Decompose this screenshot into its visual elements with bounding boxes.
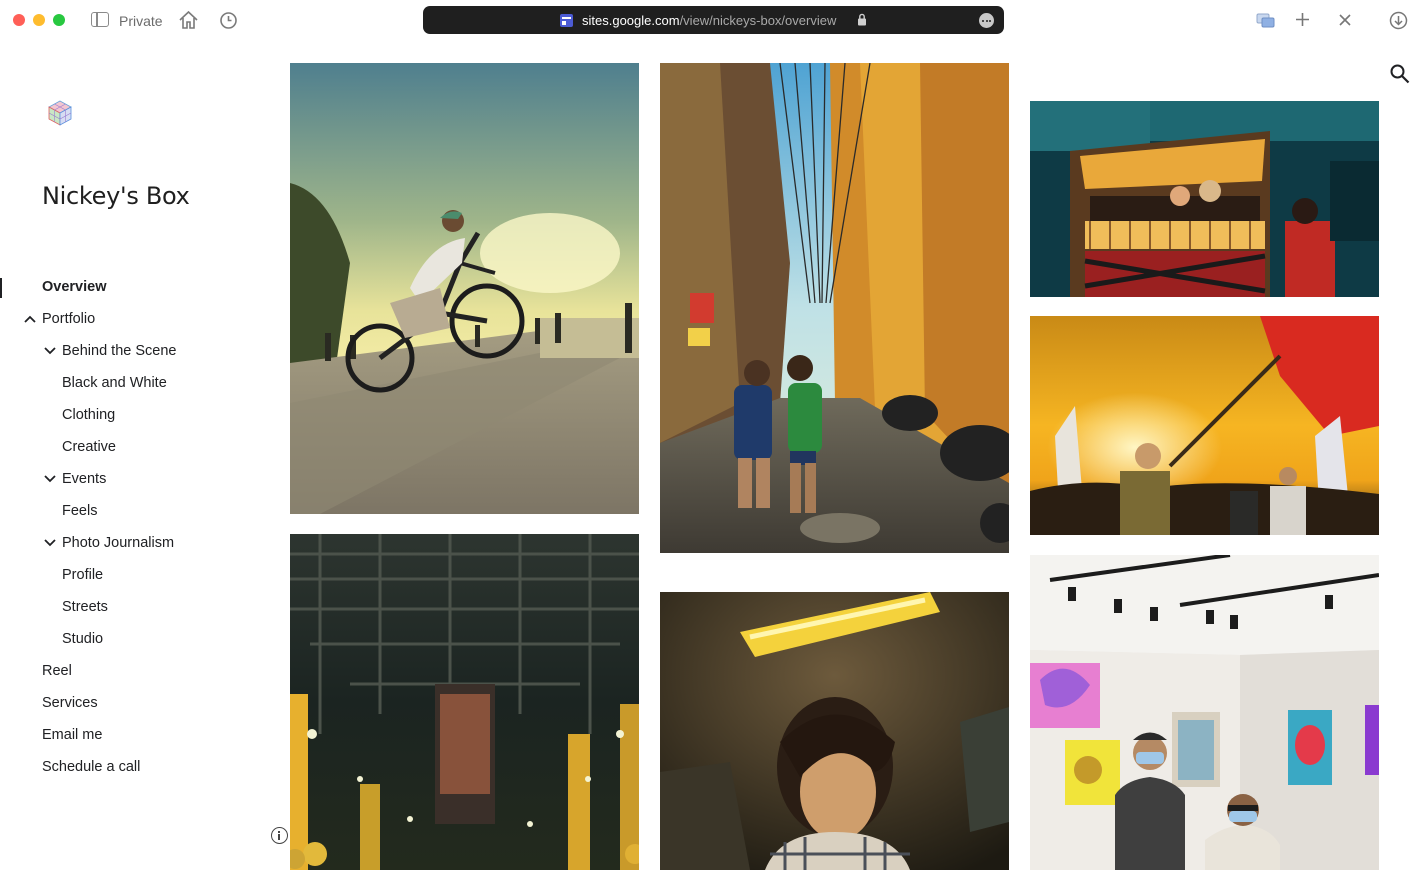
private-mode-label: Private bbox=[119, 13, 163, 29]
sidebar-toggle-icon[interactable] bbox=[91, 12, 109, 27]
nav-item-overview[interactable]: Overview bbox=[42, 271, 107, 303]
nav-item-studio[interactable]: Studio bbox=[62, 623, 103, 655]
downloads-icon[interactable] bbox=[1389, 11, 1408, 35]
nav-item-reel[interactable]: Reel bbox=[42, 655, 72, 687]
browser-toolbar: Private sites.google.com/view/nickeys-bo… bbox=[0, 0, 1425, 42]
nav-item-streets[interactable]: Streets bbox=[62, 591, 108, 623]
nav-item-creative[interactable]: Creative bbox=[62, 431, 116, 463]
window-zoom-button[interactable] bbox=[53, 14, 65, 26]
nav-item-profile[interactable]: Profile bbox=[62, 559, 103, 591]
history-icon[interactable] bbox=[219, 10, 238, 35]
nav-item-feels[interactable]: Feels bbox=[62, 495, 97, 527]
close-tab-icon[interactable] bbox=[1338, 13, 1352, 32]
chevron-down-icon[interactable] bbox=[43, 474, 57, 484]
nav-item-services[interactable]: Services bbox=[42, 687, 98, 719]
window-minimize-button[interactable] bbox=[33, 14, 45, 26]
gallery-photo-protest-flag[interactable] bbox=[1030, 316, 1379, 535]
site-title[interactable]: Nickey's Box bbox=[42, 182, 190, 210]
new-tab-icon[interactable] bbox=[1294, 11, 1311, 33]
chevron-up-icon[interactable] bbox=[23, 314, 37, 324]
home-icon[interactable] bbox=[178, 10, 199, 35]
url-path: /view/nickeys-box/overview bbox=[679, 13, 837, 28]
gallery-photo-kids-in-alley[interactable] bbox=[660, 63, 1009, 553]
address-bar[interactable]: sites.google.com/view/nickeys-box/overvi… bbox=[423, 6, 1004, 34]
url-text[interactable]: sites.google.com/view/nickeys-box/overvi… bbox=[582, 13, 836, 28]
page-menu-icon[interactable] bbox=[979, 13, 994, 28]
nav-item-clothing[interactable]: Clothing bbox=[62, 399, 115, 431]
nav-item-schedule-a-call[interactable]: Schedule a call bbox=[42, 751, 140, 783]
nav-item-behind-the-scene[interactable]: Behind the Scene bbox=[62, 335, 176, 367]
nav-item-photo-journalism[interactable]: Photo Journalism bbox=[62, 527, 174, 559]
search-icon[interactable] bbox=[1389, 63, 1411, 90]
gallery-photo-jeepney[interactable] bbox=[1030, 101, 1379, 297]
google-sites-favicon-icon bbox=[560, 14, 573, 27]
nav-item-email-me[interactable]: Email me bbox=[42, 719, 102, 751]
info-icon[interactable] bbox=[271, 827, 288, 844]
nav-item-black-and-white[interactable]: Black and White bbox=[62, 367, 167, 399]
window-close-button[interactable] bbox=[13, 14, 25, 26]
gallery-photo-art-gallery[interactable] bbox=[1030, 555, 1379, 870]
nav-item-events[interactable]: Events bbox=[62, 463, 106, 495]
lock-icon bbox=[857, 13, 867, 31]
gallery-photo-portrait[interactable] bbox=[660, 592, 1009, 870]
chevron-down-icon[interactable] bbox=[43, 538, 57, 548]
nav-item-portfolio[interactable]: Portfolio bbox=[42, 303, 95, 335]
url-domain: sites.google.com bbox=[582, 13, 680, 28]
chevron-down-icon[interactable] bbox=[43, 346, 57, 356]
gallery-photo-market-alley[interactable] bbox=[290, 534, 639, 870]
gallery-photo-bmx-rider[interactable] bbox=[290, 63, 639, 514]
site-logo-icon[interactable] bbox=[46, 99, 74, 132]
active-page-indicator bbox=[0, 278, 2, 298]
tab-overview-icon[interactable] bbox=[1256, 12, 1276, 34]
